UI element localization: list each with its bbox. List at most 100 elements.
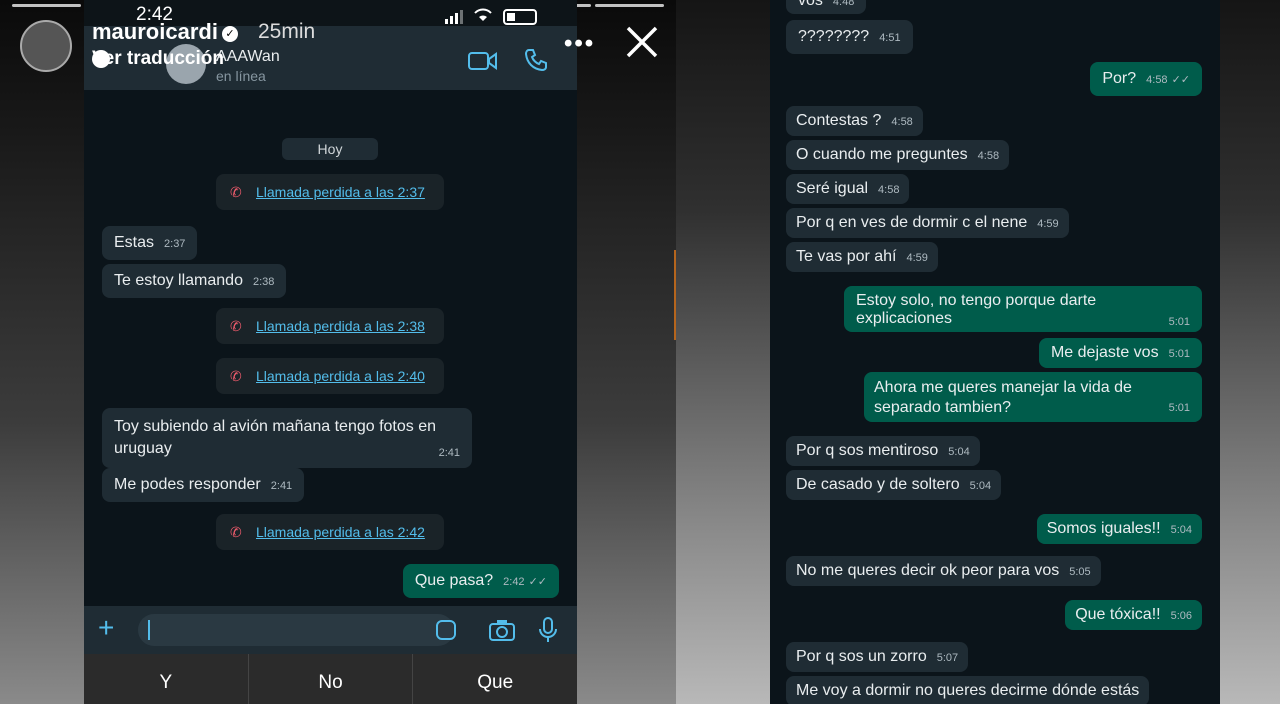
status-icons <box>445 6 537 28</box>
verified-badge-icon: ✓ <box>221 26 238 42</box>
missed-call-text: Llamada perdida a las 2:42 <box>256 524 425 540</box>
message-incoming[interactable]: Te estoy llamando 2:38 <box>102 264 287 298</box>
video-call-icon[interactable] <box>468 50 498 77</box>
chat-area: Hoy ✆ Llamada perdida a las 2:37 Estas 2:3… <box>84 90 577 606</box>
message-time: 4:48 <box>832 0 855 8</box>
message-time: 4:58 <box>1146 74 1168 86</box>
missed-call-notice[interactable]: ✆ Llamada perdida a las 2:40 <box>216 358 444 394</box>
message-time: 5:06 <box>1170 610 1192 622</box>
message-text: Me dejaste vos <box>1050 344 1159 361</box>
message-text: Contestas ? <box>796 112 882 129</box>
message-outgoing[interactable]: Que tóxica!! 5:06 <box>1065 600 1202 630</box>
left-phone-screenshot: 2:42 AAAWan en línea Hoy ✆ Llamada perdid… <box>84 0 577 704</box>
message-incoming[interactable]: Por q sos mentiroso 5:04 <box>786 436 980 466</box>
day-separator: Hoy <box>282 138 378 160</box>
message-text: Seré igual <box>796 180 869 197</box>
wifi-icon <box>473 6 493 28</box>
message-incoming[interactable]: Contestas ? 4:58 <box>786 106 923 136</box>
message-text: Ahora me queres manejar la vida de separ… <box>874 379 1132 416</box>
story-username[interactable]: mauroicardi ✓ <box>92 19 238 45</box>
message-time: 5:01 <box>1168 402 1190 414</box>
message-time: 5:01 <box>1168 348 1190 360</box>
contact-status: en línea <box>216 68 266 84</box>
message-text: De casado y de soltero <box>796 476 960 493</box>
missed-call-text: Llamada perdida a las 2:37 <box>256 184 425 200</box>
message-incoming[interactable]: O cuando me preguntes 4:58 <box>786 140 1010 170</box>
message-text: Por? <box>1102 70 1137 87</box>
message-incoming[interactable]: vos 4:48 <box>786 0 867 14</box>
message-incoming[interactable]: Me podes responder 2:41 <box>102 468 305 502</box>
missed-call-notice[interactable]: ✆ Llamada perdida a las 2:38 <box>216 308 444 344</box>
message-time: 2:38 <box>252 276 275 288</box>
message-time: 4:51 <box>879 32 901 44</box>
suggestion[interactable]: No <box>249 654 414 704</box>
message-text: Me voy a dormir no queres decirme dónde … <box>796 682 1140 699</box>
message-text: Toy subiendo al avión mañana tengo fotos… <box>114 418 437 457</box>
message-text: Estas <box>114 234 155 251</box>
message-outgoing[interactable]: Me dejaste vos 5:01 <box>1038 338 1202 368</box>
message-incoming[interactable]: Por q en ves de dormir c el nene 4:59 <box>786 208 1069 238</box>
message-outgoing[interactable]: Ahora me queres manejar la vida de separ… <box>864 372 1202 422</box>
camera-icon[interactable] <box>488 618 516 647</box>
missed-call-icon: ✆ <box>230 318 242 334</box>
message-outgoing[interactable]: Por? 4:58 ✓✓ <box>1090 62 1202 96</box>
message-incoming[interactable]: Te vas por ahí 4:59 <box>786 242 938 272</box>
message-incoming[interactable]: Por q sos un zorro 5:07 <box>786 642 969 672</box>
message-incoming[interactable]: Estas 2:37 <box>102 226 198 260</box>
missed-call-notice[interactable]: ✆ Llamada perdida a las 2:37 <box>216 174 444 210</box>
message-time: 5:07 <box>936 652 959 664</box>
message-time: 2:42 <box>503 576 525 588</box>
story-user-avatar[interactable] <box>20 20 72 72</box>
message-outgoing[interactable]: Que pasa? 2:42 ✓✓ <box>402 564 559 598</box>
message-time: 4:58 <box>878 184 900 196</box>
translate-button[interactable]: Ver traducción <box>92 48 224 70</box>
missed-call-text: Llamada perdida a las 2:38 <box>256 318 425 334</box>
missed-call-notice[interactable]: ✆ Llamada perdida a las 2:42 <box>216 514 444 550</box>
sticker-icon[interactable] <box>436 620 456 640</box>
message-text: Que pasa? <box>414 572 494 589</box>
message-text: Somos iguales!! <box>1046 520 1161 537</box>
plus-icon[interactable]: + <box>98 612 114 644</box>
missed-call-icon: ✆ <box>230 368 242 384</box>
contact-name[interactable]: AAAWan <box>216 48 280 66</box>
message-time: 4:58 <box>977 150 1000 162</box>
message-incoming[interactable]: De casado y de soltero 5:04 <box>786 470 1002 500</box>
story-viewer: 2:42 AAAWan en línea Hoy ✆ Llamada perdid… <box>0 0 1280 704</box>
message-time: 5:01 <box>1168 316 1190 328</box>
message-incoming[interactable]: Toy subiendo al avión mañana tengo fotos… <box>102 408 472 468</box>
close-icon[interactable] <box>624 24 660 65</box>
message-text: Que tóxica!! <box>1075 606 1161 623</box>
message-time: 5:04 <box>969 480 992 492</box>
message-text: Te vas por ahí <box>796 248 897 265</box>
message-input[interactable] <box>138 614 454 646</box>
story-left-panel: 2:42 AAAWan en línea Hoy ✆ Llamada perdid… <box>0 0 676 704</box>
message-outgoing[interactable]: Estoy solo, no tengo porque darte explic… <box>844 286 1202 332</box>
more-icon[interactable]: ••• <box>564 30 595 58</box>
text-caret <box>148 620 150 640</box>
message-incoming[interactable]: No me queres decir ok peor para vos 5:05 <box>786 556 1101 586</box>
missed-call-text: Llamada perdida a las 2:40 <box>256 368 425 384</box>
message-time: 4:59 <box>1037 218 1059 230</box>
message-text: Por q sos mentiroso <box>796 442 939 459</box>
microphone-icon[interactable] <box>538 616 558 649</box>
message-text: Estoy solo, no tengo porque darte explic… <box>856 292 1097 327</box>
suggestion[interactable]: Y <box>84 654 249 704</box>
message-text: Me podes responder <box>114 476 261 493</box>
battery-icon <box>503 9 537 25</box>
message-time: 5:04 <box>1170 524 1192 536</box>
message-time: 5:05 <box>1069 566 1091 578</box>
phone-call-icon[interactable] <box>524 48 548 77</box>
message-text: Por q sos un zorro <box>796 648 927 665</box>
suggestion[interactable]: Que <box>413 654 577 704</box>
signal-icon <box>445 10 463 24</box>
message-outgoing[interactable]: Somos iguales!! 5:04 <box>1036 514 1202 544</box>
username-text: mauroicardi <box>92 19 218 44</box>
message-text: vos <box>798 0 823 9</box>
message-incoming[interactable]: Me voy a dormir no queres decirme dónde … <box>786 676 1150 704</box>
message-input-bar: + <box>84 606 577 654</box>
message-incoming[interactable]: ???????? 4:51 <box>786 20 913 54</box>
message-incoming[interactable]: Seré igual 4:58 <box>786 174 910 204</box>
story-time-ago: 25min <box>258 20 316 43</box>
story-progress-segment <box>595 4 665 7</box>
message-text: Por q en ves de dormir c el nene <box>796 214 1028 231</box>
